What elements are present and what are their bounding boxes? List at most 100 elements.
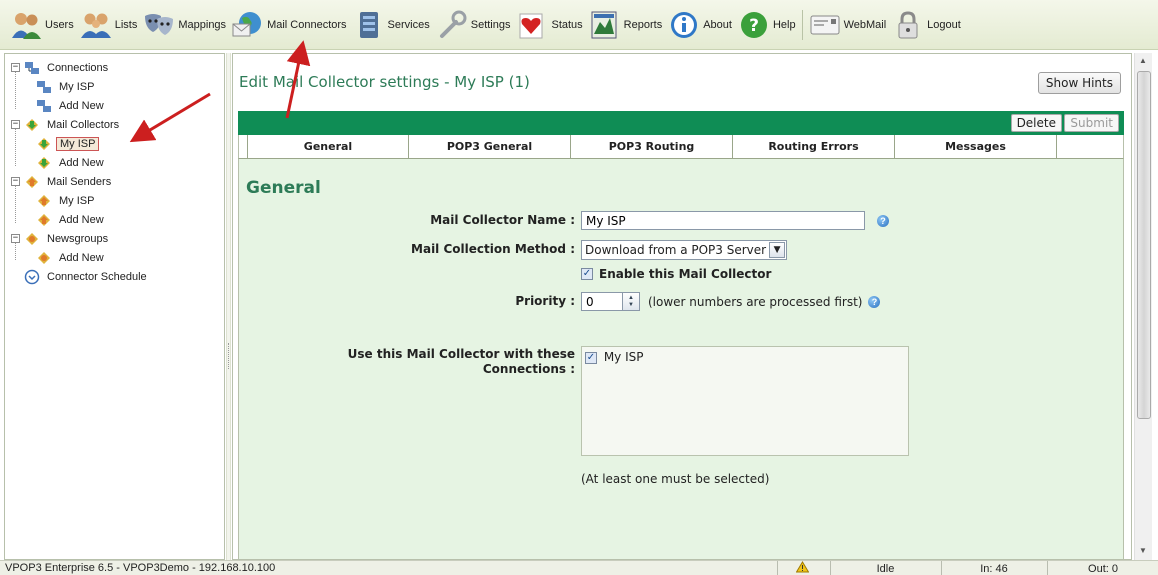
collapse-toggle-icon[interactable]: −: [11, 120, 20, 129]
tree-label[interactable]: Add New: [56, 157, 107, 169]
connections-label-line-2: Connections :: [482, 362, 575, 376]
tree-label[interactable]: Add New: [56, 100, 107, 112]
server-info: VPOP3 Enterprise 6.5 - VPOP3Demo - 192.1…: [5, 562, 276, 574]
mail-collector-icon: [23, 116, 40, 133]
tree-node-newsgroup-add-new[interactable]: Add New: [11, 248, 224, 267]
connections-label: Use this Mail Collector with these Conne…: [348, 347, 575, 377]
toolbar-services[interactable]: Services: [353, 5, 430, 45]
tree-node-connection-my-isp[interactable]: My ISP: [11, 77, 224, 96]
help-icon[interactable]: ?: [868, 295, 881, 308]
connections-list: ✓ My ISP: [581, 346, 909, 456]
tree-label[interactable]: Add New: [56, 214, 107, 226]
tree-label[interactable]: Add New: [56, 252, 107, 264]
status-out-count: Out: 0: [1047, 561, 1158, 575]
network-icon: [23, 59, 40, 76]
delete-button[interactable]: Delete: [1010, 114, 1062, 132]
toolbar-mail-connectors[interactable]: Mail Connectors: [232, 5, 347, 45]
tree-node-mail-collectors[interactable]: − Mail Collectors: [11, 115, 224, 134]
collector-name-input[interactable]: [581, 211, 865, 230]
collection-method-select[interactable]: Download from a POP3 Server ▼: [581, 240, 788, 260]
show-hints-button[interactable]: Show Hints: [1037, 72, 1121, 94]
tree-label[interactable]: Mail Senders: [44, 176, 114, 188]
enable-collector-checkbox[interactable]: ✓: [581, 268, 593, 280]
toolbar-lists[interactable]: Lists: [80, 5, 138, 45]
status-bar: VPOP3 Enterprise 6.5 - VPOP3Demo - 192.1…: [0, 560, 1158, 575]
tree-label[interactable]: Connector Schedule: [44, 271, 150, 283]
toolbar-reports[interactable]: Reports: [589, 5, 663, 45]
tree-node-connection-add-new[interactable]: Add New: [11, 96, 224, 115]
main-toolbar: Users Lists Mappings Mail Connectors Ser…: [0, 0, 1158, 50]
toolbar-help[interactable]: ? Help: [738, 5, 796, 45]
toolbar-mail-connectors-label: Mail Connectors: [267, 18, 347, 31]
vertical-scrollbar[interactable]: ▲ ▼: [1134, 53, 1152, 560]
newsgroup-icon: [35, 249, 52, 266]
connections-listbox[interactable]: ✓ My ISP: [581, 346, 909, 456]
scrollbar-thumb[interactable]: [1137, 71, 1151, 419]
collapse-toggle-icon[interactable]: −: [11, 63, 20, 72]
priority-input[interactable]: [581, 292, 623, 311]
tree-node-mail-senders[interactable]: − Mail Senders: [11, 172, 224, 191]
tree-node-sender-add-new[interactable]: Add New: [11, 210, 224, 229]
collector-name-row: ?: [581, 211, 889, 230]
toolbar-settings[interactable]: Settings: [436, 5, 510, 45]
tree-label[interactable]: My ISP: [56, 81, 97, 93]
tab-pop3-general[interactable]: POP3 General: [409, 135, 571, 158]
collapse-toggle-icon[interactable]: −: [11, 234, 20, 243]
toolbar-status[interactable]: Status: [516, 5, 583, 45]
warning-cell[interactable]: [777, 561, 827, 575]
toolbar-reports-label: Reports: [623, 18, 663, 31]
toolbar-mappings[interactable]: Mappings: [143, 5, 226, 45]
connection-checkbox[interactable]: ✓: [585, 351, 597, 364]
question-icon: ?: [738, 9, 770, 41]
panel-splitter[interactable]: [226, 53, 231, 560]
tree-node-newsgroups[interactable]: − Newsgroups: [11, 229, 224, 248]
tree-node-collector-add-new[interactable]: Add New: [11, 153, 224, 172]
toolbar-lists-label: Lists: [114, 18, 138, 31]
info-icon: [668, 9, 700, 41]
svg-text:?: ?: [749, 16, 759, 36]
collection-method-dropdown[interactable]: Download from a POP3 Server ▼: [581, 240, 788, 260]
toolbar-services-label: Services: [387, 18, 430, 31]
mail-sender-icon: [35, 192, 52, 209]
toolbar-users[interactable]: Users: [10, 5, 74, 45]
enable-collector-row[interactable]: ✓ Enable this Mail Collector: [581, 267, 771, 281]
network-icon: [35, 78, 52, 95]
scroll-down-icon[interactable]: ▼: [1139, 546, 1147, 555]
toolbar-logout[interactable]: Logout: [892, 5, 961, 45]
collector-name-label: Mail Collector Name :: [430, 213, 575, 227]
tab-pop3-routing[interactable]: POP3 Routing: [571, 135, 733, 158]
tree-label[interactable]: Mail Collectors: [44, 119, 122, 131]
tree-label-selected[interactable]: My ISP: [56, 136, 100, 151]
globe-envelope-icon: [232, 9, 264, 41]
priority-stepper[interactable]: ▲▼: [581, 292, 640, 311]
splitter-grip[interactable]: [228, 343, 230, 369]
webmail-icon: [809, 9, 841, 41]
tree-node-connector-schedule[interactable]: Connector Schedule: [11, 267, 224, 286]
tab-routing-errors[interactable]: Routing Errors: [733, 135, 895, 158]
warning-icon: [795, 561, 810, 575]
toolbar-users-label: Users: [45, 18, 74, 31]
toolbar-webmail[interactable]: WebMail: [809, 5, 886, 45]
tab-general[interactable]: General: [247, 135, 409, 158]
sidebar-tree: − Connections My ISP Add New − Mail Coll…: [4, 53, 225, 560]
tree-node-sender-my-isp[interactable]: My ISP: [11, 191, 224, 210]
tree-node-collector-my-isp[interactable]: My ISP: [11, 134, 224, 153]
collection-method-label: Mail Collection Method :: [411, 242, 575, 256]
mail-collector-icon: [35, 154, 52, 171]
toolbar-about[interactable]: About: [668, 5, 732, 45]
main-content: Edit Mail Collector settings - My ISP (1…: [232, 53, 1132, 560]
heart-icon: [516, 9, 548, 41]
users-icon: [10, 9, 42, 41]
chevron-down-icon[interactable]: ▼: [769, 242, 786, 258]
help-icon[interactable]: ?: [877, 214, 889, 227]
collapse-toggle-icon[interactable]: −: [11, 177, 20, 186]
submit-button[interactable]: Submit: [1064, 114, 1119, 132]
connection-item-label: My ISP: [603, 350, 644, 364]
scroll-up-icon[interactable]: ▲: [1139, 56, 1147, 65]
tab-messages[interactable]: Messages: [895, 135, 1057, 158]
tree-label[interactable]: Connections: [44, 62, 111, 74]
tree-node-connections[interactable]: − Connections: [11, 58, 224, 77]
spin-arrows-icon[interactable]: ▲ ▼: [623, 292, 640, 311]
tree-label[interactable]: My ISP: [56, 195, 97, 207]
tree-label[interactable]: Newsgroups: [44, 233, 111, 245]
